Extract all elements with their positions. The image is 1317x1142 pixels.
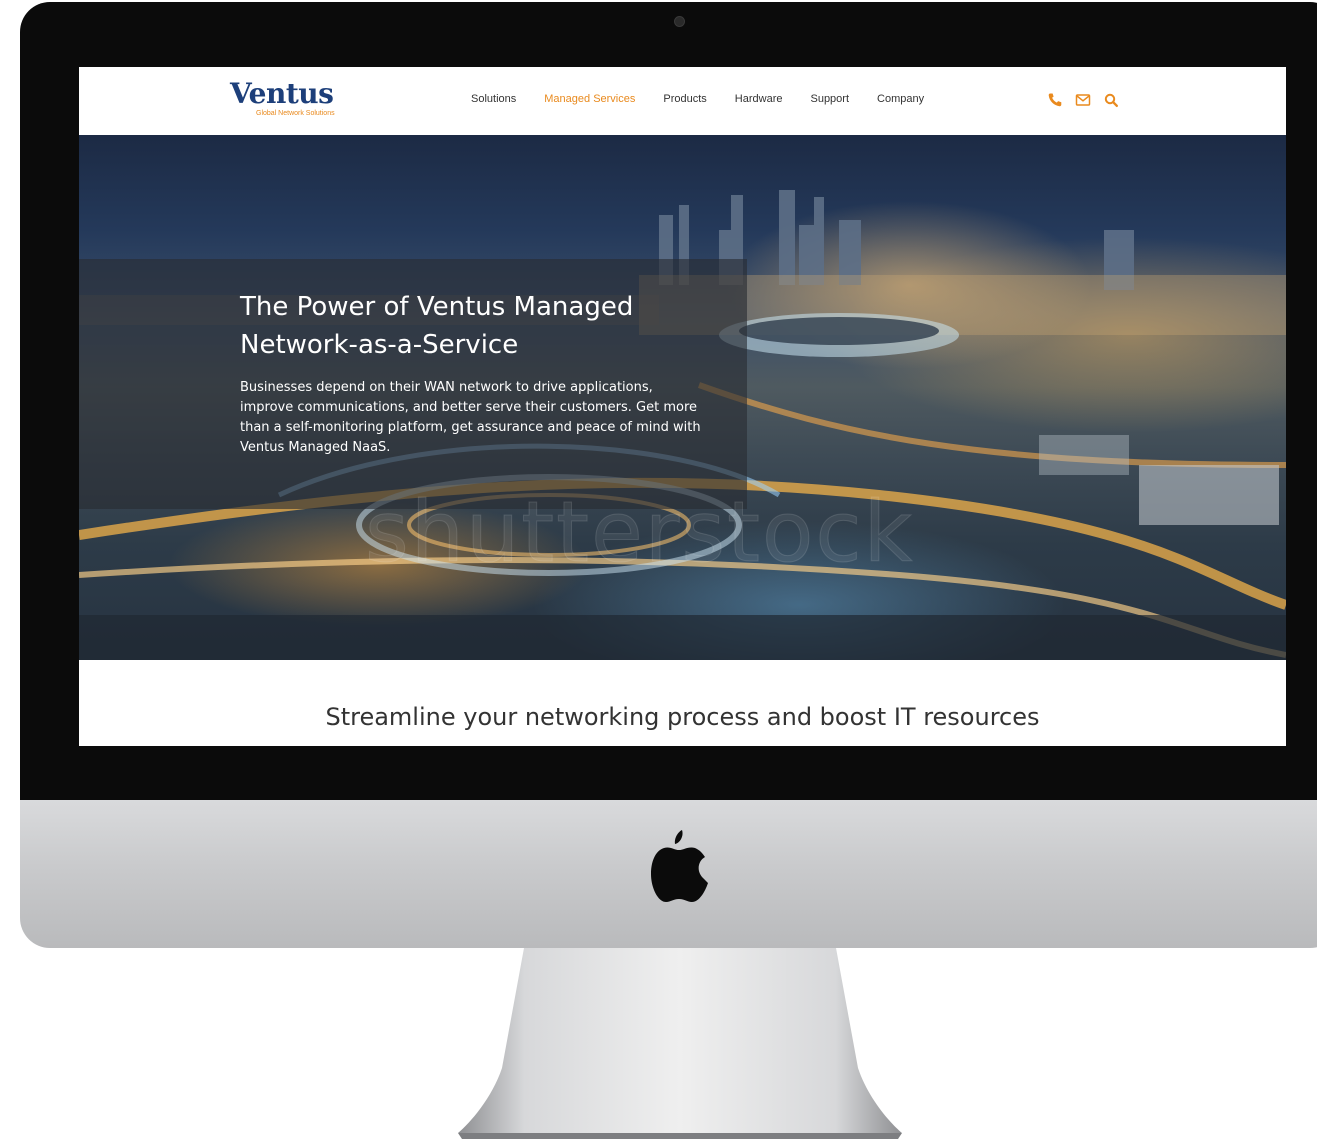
nav-item-support[interactable]: Support [810, 93, 849, 109]
hero-title: The Power of Ventus Managed Network-as-a… [240, 292, 634, 360]
imac-mockup: Ventus Global Network Solutions Solution… [0, 0, 1317, 1142]
nav-item-company[interactable]: Company [877, 93, 924, 109]
apple-logo-icon [651, 830, 708, 902]
monitor-stand [458, 948, 902, 1139]
site-logo[interactable]: Ventus Global Network Solutions [230, 77, 355, 123]
nav-item-products[interactable]: Products [663, 93, 706, 109]
logo-wordmark: Ventus [230, 77, 334, 110]
section-heading: Streamline your networking process and b… [325, 703, 1040, 731]
webcam [674, 16, 685, 27]
header-actions [1047, 91, 1119, 109]
main-nav: Solutions Managed Services Products Hard… [471, 93, 952, 109]
search-icon[interactable] [1103, 92, 1119, 108]
nav-item-solutions[interactable]: Solutions [471, 93, 516, 109]
website-screen: Ventus Global Network Solutions Solution… [79, 67, 1286, 746]
nav-item-hardware[interactable]: Hardware [735, 93, 783, 109]
hero-banner: The Power of Ventus Managed Network-as-a… [79, 135, 1286, 660]
nav-item-managed-services[interactable]: Managed Services [544, 93, 635, 109]
hero-description: Businesses depend on their WAN network t… [240, 380, 701, 455]
logo-tagline: Global Network Solutions [256, 110, 335, 117]
site-header: Ventus Global Network Solutions Solution… [79, 67, 1286, 135]
mail-icon[interactable] [1075, 92, 1091, 108]
phone-icon[interactable] [1047, 92, 1063, 108]
stock-watermark: shutterstock [364, 483, 915, 582]
